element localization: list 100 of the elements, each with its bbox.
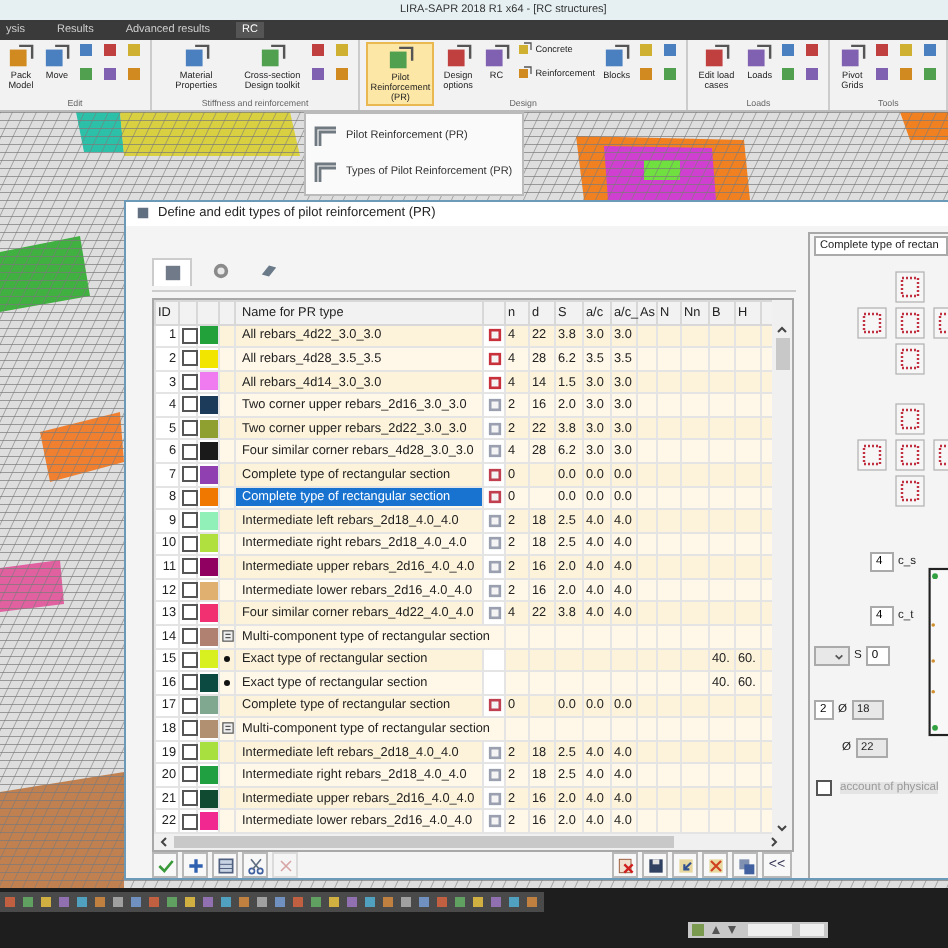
bullet-icon: [224, 656, 230, 663]
checkbox[interactable]: [182, 373, 198, 390]
tool-button[interactable]: [102, 66, 120, 84]
toolbar-button[interactable]: [22, 895, 36, 909]
import-icon: [675, 855, 695, 875]
checkbox[interactable]: [182, 443, 198, 460]
toolbar-button[interactable]: [58, 895, 72, 909]
checkbox[interactable]: [182, 396, 198, 413]
save-icon: [645, 855, 665, 875]
tool-button[interactable]: [874, 66, 892, 84]
toolbar-button[interactable]: [436, 895, 450, 909]
cut-button[interactable]: [242, 852, 268, 878]
export-button[interactable]: [702, 852, 728, 878]
toolbar-button[interactable]: [40, 895, 54, 909]
tool-button[interactable]: [126, 66, 144, 84]
checkbox[interactable]: [182, 813, 198, 830]
toolbar-button[interactable]: [4, 895, 18, 909]
tool-button[interactable]: [804, 42, 823, 60]
status-controls-drawing: [688, 922, 828, 938]
toolbar-button[interactable]: [148, 895, 162, 909]
toolbar-button[interactable]: [382, 895, 396, 909]
tool-button[interactable]: [662, 42, 681, 60]
toolbar-button[interactable]: [364, 895, 378, 909]
checkbox[interactable]: [182, 720, 198, 737]
tool-button[interactable]: [780, 66, 799, 84]
tool-icon: [703, 44, 730, 70]
tool-button[interactable]: [898, 66, 916, 84]
checkbox[interactable]: [182, 789, 198, 806]
toolbar-button[interactable]: [184, 895, 198, 909]
tool-button[interactable]: [804, 66, 823, 84]
checkbox[interactable]: [182, 766, 198, 783]
vertical-scrollbar[interactable]: [772, 299, 792, 834]
toolbar-button[interactable]: [472, 895, 486, 909]
checkbox[interactable]: [182, 535, 198, 552]
checkbox[interactable]: [182, 327, 198, 344]
square-icon: [163, 263, 181, 282]
toolbar-button[interactable]: [166, 895, 180, 909]
tool-icon: [483, 44, 510, 70]
bullet-icon: [224, 679, 230, 686]
checkbox[interactable]: [182, 419, 198, 436]
toolbar-button[interactable]: [112, 895, 126, 909]
tool-icon: [44, 44, 70, 70]
checkbox[interactable]: [182, 604, 198, 621]
checkbox[interactable]: [182, 628, 198, 645]
toolbar-button[interactable]: [526, 895, 540, 909]
copy-button[interactable]: [732, 852, 758, 878]
tool-button[interactable]: [922, 42, 940, 60]
checkbox[interactable]: [182, 651, 198, 668]
toolbar-button[interactable]: [202, 895, 216, 909]
apply-button[interactable]: [152, 852, 178, 878]
tool-button[interactable]: [662, 66, 681, 84]
toolbar-button[interactable]: [454, 895, 468, 909]
rebar-icon: [314, 160, 338, 184]
rebar-icon: [314, 124, 338, 148]
circle-icon: [211, 262, 229, 281]
checkbox[interactable]: [182, 558, 198, 575]
toolbar-button[interactable]: [256, 895, 270, 909]
toolbar-button[interactable]: [130, 895, 144, 909]
toolbar-button[interactable]: [238, 895, 252, 909]
tool-icon: [603, 44, 630, 70]
tool-button[interactable]: [334, 66, 353, 84]
tool-button[interactable]: [310, 66, 329, 84]
checkbox[interactable]: [182, 489, 198, 506]
checkbox[interactable]: [182, 581, 198, 598]
toolbar-button[interactable]: [400, 895, 414, 909]
tab[interactable]: [152, 257, 192, 286]
add-button[interactable]: [182, 852, 208, 878]
toolbar-button[interactable]: [346, 895, 360, 909]
tool-icon: [387, 46, 414, 72]
tool-button[interactable]: [310, 42, 329, 60]
checkbox[interactable]: [182, 512, 198, 529]
toolbar-button[interactable]: [508, 895, 522, 909]
toolbar-button[interactable]: [418, 895, 432, 909]
toolbar-button[interactable]: [76, 895, 90, 909]
toolbar-button[interactable]: [220, 895, 234, 909]
toolbar-button[interactable]: [94, 895, 108, 909]
tool-button[interactable]: [922, 66, 940, 84]
tool-button[interactable]: [102, 42, 120, 60]
checkbox[interactable]: [182, 697, 198, 714]
delete-button[interactable]: [612, 852, 638, 878]
checkbox[interactable]: [182, 350, 198, 367]
tool-button[interactable]: [78, 42, 96, 60]
tool-button[interactable]: [78, 66, 96, 84]
save-button[interactable]: [642, 852, 668, 878]
toolbar-button[interactable]: [310, 895, 324, 909]
toolbar-button[interactable]: [490, 895, 504, 909]
checkbox[interactable]: [182, 743, 198, 760]
tool-button[interactable]: [874, 42, 892, 60]
delete-icon: [615, 855, 635, 875]
toolbar-button[interactable]: [328, 895, 342, 909]
dropdown[interactable]: [814, 646, 850, 667]
checkbox[interactable]: [182, 674, 198, 691]
tool-button[interactable]: [780, 42, 799, 60]
tool-button[interactable]: [638, 66, 657, 84]
toolbar-button[interactable]: [292, 895, 306, 909]
toolbar-button[interactable]: [274, 895, 288, 909]
table-button[interactable]: [212, 852, 238, 878]
checkbox[interactable]: [182, 466, 198, 483]
horizontal-scrollbar[interactable]: [154, 834, 792, 850]
import-button[interactable]: [672, 852, 698, 878]
